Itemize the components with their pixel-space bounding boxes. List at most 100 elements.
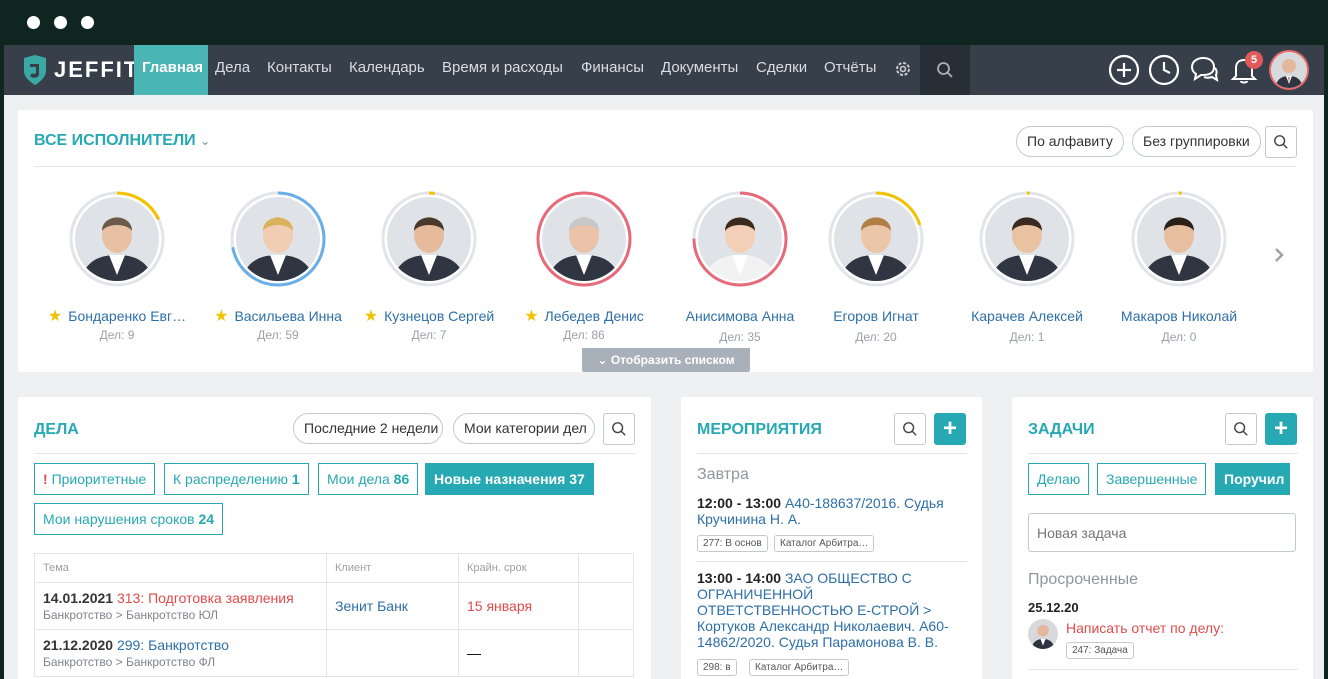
nav-item-home[interactable]: Главная	[134, 45, 208, 95]
table-row[interactable]: 14.01.2021 313: Подготовка заявления Бан…	[34, 582, 634, 630]
performer-load-ring	[692, 191, 788, 287]
add-task-button[interactable]: +	[1265, 413, 1297, 445]
task-tag[interactable]: 247: Задача	[1066, 642, 1134, 659]
performer-load-ring	[536, 191, 632, 287]
performer-card[interactable]: ★ Лебедев Денис Дел: 86	[509, 190, 659, 350]
deal-title-link[interactable]: 313: Подготовка заявления	[117, 590, 294, 606]
events-group-label: Завтра	[697, 466, 749, 483]
performer-name[interactable]: ★ Васильева Инна	[203, 306, 353, 326]
user-avatar[interactable]	[1269, 50, 1309, 90]
performer-deals-count: Дел: 0	[1161, 330, 1197, 344]
deal-title-link[interactable]: 299: Банкротство	[117, 637, 229, 653]
period-filter[interactable]: Последние 2 недели	[293, 413, 443, 444]
chevron-down-icon: ⌄	[200, 134, 211, 148]
performer-name-text: Васильева Инна	[234, 308, 342, 324]
nav-search-button[interactable]	[920, 45, 970, 95]
performer-deals-count: Дел: 20	[855, 330, 897, 344]
nav-item-sales[interactable]: Сделки	[748, 45, 815, 95]
tab-assigned[interactable]: Поручил	[1215, 463, 1290, 495]
filter-new-assignments[interactable]: Новые назначения 37	[425, 463, 594, 495]
show-as-list-button[interactable]: ⌄ Отобразить списком	[582, 348, 750, 372]
categories-filter[interactable]: Мои категории дел	[453, 413, 595, 444]
nav-item-contacts[interactable]: Контакты	[259, 45, 340, 95]
logo[interactable]: JEFFIT	[22, 54, 139, 86]
chevron-right-icon[interactable]	[1272, 246, 1286, 264]
performer-load-ring	[828, 191, 924, 287]
clock-icon[interactable]	[1148, 54, 1180, 86]
filter-count: 24	[198, 511, 215, 527]
star-icon: ★	[47, 308, 63, 325]
performer-card[interactable]: Карачев Алексей Дел: 1	[952, 190, 1102, 350]
performer-card[interactable]: Анисимова Анна Дел: 35	[665, 190, 815, 350]
performer-name[interactable]: Егоров Игнат	[801, 308, 951, 324]
tab-doing[interactable]: Делаю	[1028, 463, 1090, 495]
deals-search-button[interactable]	[603, 413, 635, 445]
deal-client-link[interactable]: Зенит Банк	[326, 582, 459, 630]
nav-item-finance[interactable]: Финансы	[573, 45, 652, 95]
event-tag[interactable]: 298: в	[697, 659, 737, 676]
filter-count: 1	[291, 471, 300, 487]
filter-label: Новые назначения	[434, 471, 566, 487]
events-card: МЕРОПРИЯТИЯ + Завтра 12:00 - 13:00 А40-1…	[681, 397, 982, 679]
tab-completed[interactable]: Завершенные	[1097, 463, 1207, 495]
filter-priority[interactable]: ! Приоритетные	[34, 463, 156, 495]
nav-item-reports[interactable]: Отчёты	[816, 45, 884, 95]
event-tag[interactable]: 277: В основ	[697, 535, 768, 552]
gear-icon[interactable]	[893, 59, 913, 79]
window-dot[interactable]	[54, 16, 67, 29]
nav-item-deals[interactable]: Дела	[207, 45, 258, 95]
performer-card[interactable]: ★ Васильева Инна Дел: 59	[203, 190, 353, 350]
performer-card[interactable]: Егоров Игнат Дел: 20	[801, 190, 951, 350]
chevron-down-icon: ⌄	[597, 353, 608, 367]
events-search-button[interactable]	[894, 413, 926, 445]
performer-name[interactable]: ★ Лебедев Денис	[509, 306, 659, 326]
logo-text: JEFFIT	[54, 57, 140, 82]
performer-name[interactable]: ★ Бондаренко Евг…	[42, 306, 192, 326]
column-header-deadline[interactable]: Крайн. срок	[458, 553, 579, 583]
window-dot[interactable]	[81, 16, 94, 29]
event-time: 13:00 - 14:00	[697, 570, 782, 586]
performer-name[interactable]: Карачев Алексей	[952, 308, 1102, 324]
tasks-search-button[interactable]	[1225, 413, 1257, 445]
table-row[interactable]: 21.12.2020 299: Банкротство Банкротство …	[34, 629, 634, 677]
nav-item-time-expenses[interactable]: Время и расходы	[434, 45, 571, 95]
nav-item-documents[interactable]: Документы	[653, 45, 746, 95]
add-event-button[interactable]: +	[934, 413, 966, 445]
performers-title[interactable]: ВСЕ ИСПОЛНИТЕЛИ ⌄	[34, 132, 210, 150]
performers-search-button[interactable]	[1265, 126, 1297, 158]
search-icon	[903, 422, 917, 436]
event-item[interactable]: 13:00 - 14:00 ЗАО ОБЩЕСТВО С ОГРАНИЧЕННО…	[697, 570, 967, 650]
plus-circle-icon[interactable]	[1108, 54, 1140, 86]
performer-name[interactable]: Анисимова Анна	[665, 308, 815, 324]
performer-card[interactable]: ★ Кузнецов Сергей Дел: 7	[354, 190, 504, 350]
top-nav: JEFFIT Главная Дела Контакты Календарь В…	[4, 45, 1324, 95]
task-assignee-avatar[interactable]	[1028, 619, 1058, 649]
priority-icon: !	[43, 471, 48, 487]
event-item[interactable]: 12:00 - 13:00 А40-188637/2016. Судья Кру…	[697, 495, 967, 527]
performer-card[interactable]: ★ Бондаренко Евг… Дел: 9	[42, 190, 192, 350]
filter-my-deals[interactable]: Мои дела 86	[318, 463, 419, 495]
performer-name-text: Макаров Николай	[1120, 308, 1238, 324]
event-tag[interactable]: Каталог Арбитра…	[774, 535, 875, 552]
overdue-label: Просроченные	[1028, 571, 1139, 588]
task-link[interactable]: Написать отчет по делу:	[1066, 620, 1224, 636]
column-header-client[interactable]: Клиент	[326, 553, 459, 583]
filter-deadline-violations[interactable]: Мои нарушения сроков 24	[34, 503, 224, 535]
filter-to-distribute[interactable]: К распределению 1	[164, 463, 309, 495]
grouping-button[interactable]: Без группировки	[1132, 126, 1261, 157]
filter-count: 37	[569, 471, 585, 487]
plus-icon: +	[942, 415, 957, 442]
performer-name[interactable]: Макаров Николай	[1104, 308, 1254, 324]
new-task-input[interactable]	[1028, 513, 1296, 552]
chat-icon[interactable]	[1188, 54, 1220, 86]
performer-name[interactable]: ★ Кузнецов Сергей	[354, 306, 504, 326]
window-dot[interactable]	[27, 16, 40, 29]
deal-client-link[interactable]	[326, 629, 459, 677]
nav-item-calendar[interactable]: Календарь	[341, 45, 433, 95]
performer-name-text: Бондаренко Евг…	[68, 308, 187, 324]
column-header-subject[interactable]: Тема	[34, 553, 327, 583]
sort-alphabet-button[interactable]: По алфавиту	[1016, 126, 1124, 157]
event-tag[interactable]: Каталог Арбитра…	[749, 659, 850, 676]
deals-table: Тема Клиент Крайн. срок 14.01.2021 313: …	[34, 553, 634, 677]
performer-card[interactable]: Макаров Николай Дел: 0	[1104, 190, 1254, 350]
